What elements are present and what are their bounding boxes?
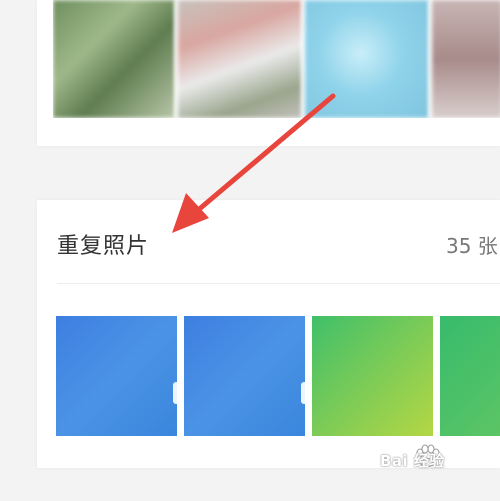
photo-thumbnail[interactable] [305, 0, 429, 118]
similar-photos-card [37, 0, 500, 146]
photo-thumbnail[interactable] [184, 316, 307, 436]
duplicate-photo-strip[interactable] [56, 316, 500, 436]
photo-thumbnail[interactable] [56, 316, 179, 436]
divider [57, 283, 500, 284]
photo-thumbnail[interactable] [432, 0, 500, 118]
photo-count: 35 张 [446, 234, 498, 258]
baidu-watermark: Bai 经验 [380, 452, 445, 470]
photo-thumbnail[interactable] [178, 0, 302, 118]
section-title: 重复照片 [57, 234, 150, 259]
photo-thumbnail[interactable] [312, 316, 433, 436]
notch-decoration [173, 382, 179, 404]
blurred-photo-strip[interactable] [53, 0, 500, 118]
photo-thumbnail[interactable] [440, 316, 500, 436]
duplicate-photos-card[interactable]: 重复照片 35 张 [37, 200, 500, 468]
photo-thumbnail[interactable] [53, 0, 175, 118]
notch-decoration [301, 382, 307, 404]
